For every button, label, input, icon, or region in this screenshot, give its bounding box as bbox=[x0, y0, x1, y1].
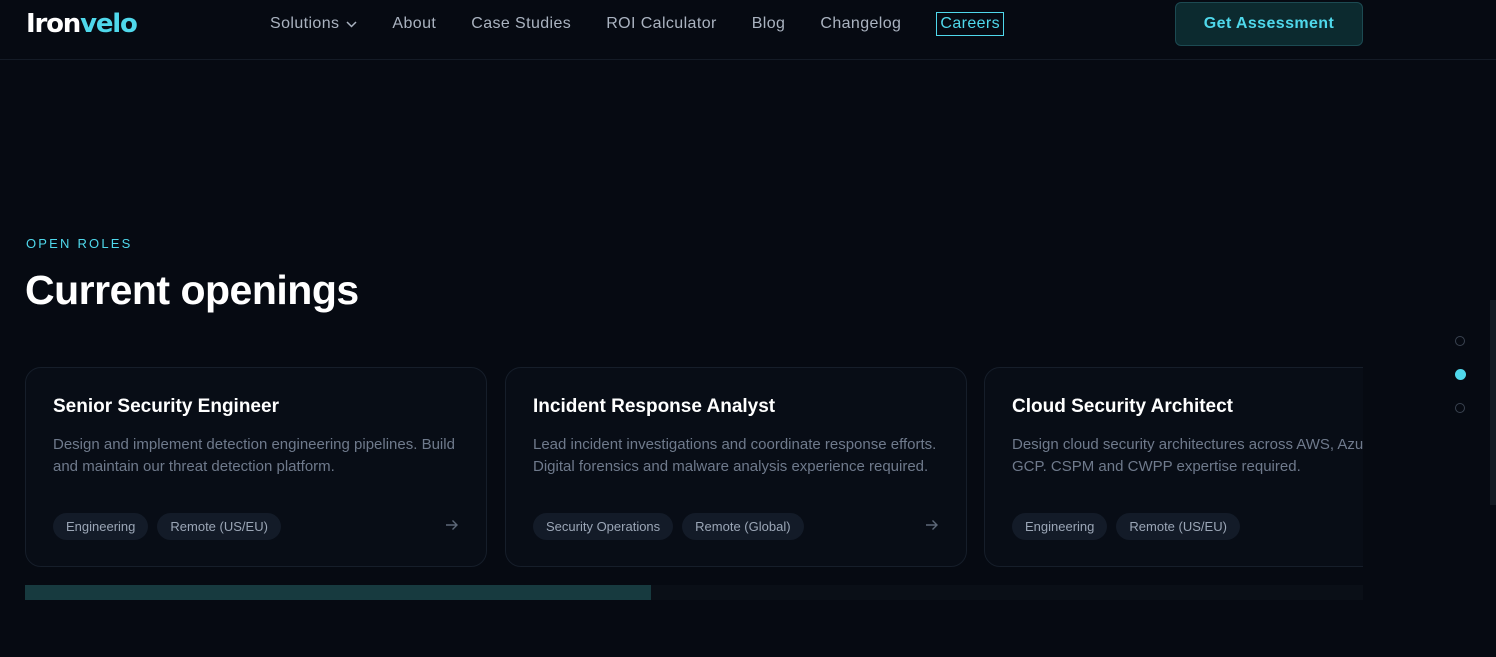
department-tag: Security Operations bbox=[533, 513, 674, 540]
job-card[interactable]: Senior Security Engineer Design and impl… bbox=[25, 367, 487, 567]
location-tag: Remote (US/EU) bbox=[157, 513, 281, 540]
nav-link-about[interactable]: About bbox=[392, 15, 436, 33]
logo[interactable]: Ironvelo bbox=[26, 9, 138, 39]
chevron-down-icon bbox=[346, 20, 357, 28]
location-tag: Remote (Global) bbox=[682, 513, 804, 540]
carousel-progress-fill bbox=[25, 585, 652, 600]
department-tag: Engineering bbox=[53, 513, 149, 540]
nav-link-solutions[interactable]: Solutions bbox=[270, 15, 357, 33]
scrollbar[interactable] bbox=[1490, 300, 1496, 505]
job-card[interactable]: Cloud Security Architect Design cloud se… bbox=[984, 367, 1363, 567]
arrow-right-icon[interactable] bbox=[925, 518, 939, 537]
arrow-right-icon[interactable] bbox=[445, 518, 459, 537]
nav-link-case-studies[interactable]: Case Studies bbox=[471, 15, 571, 33]
job-card[interactable]: Incident Response Analyst Lead incident … bbox=[505, 367, 967, 567]
job-description: Lead incident investigations and coordin… bbox=[533, 436, 937, 475]
nav-link-blog[interactable]: Blog bbox=[752, 15, 786, 33]
nav-link-changelog[interactable]: Changelog bbox=[820, 15, 901, 33]
section-dot-active[interactable] bbox=[1454, 369, 1466, 380]
section-eyebrow: OPEN ROLES bbox=[26, 236, 133, 251]
job-tags: Engineering Remote (US/EU) bbox=[1012, 513, 1249, 540]
department-tag: Engineering bbox=[1012, 513, 1108, 540]
nav-link-label: Solutions bbox=[270, 15, 340, 32]
section-dot[interactable] bbox=[1455, 403, 1465, 413]
carousel-progress-track[interactable] bbox=[25, 585, 1363, 600]
logo-accent-text: velo bbox=[80, 9, 138, 39]
nav-link-careers[interactable]: Careers bbox=[936, 12, 1005, 36]
page-title: Current openings bbox=[25, 267, 359, 313]
job-carousel[interactable]: Senior Security Engineer Design and impl… bbox=[25, 367, 1363, 567]
section-dot[interactable] bbox=[1455, 336, 1465, 346]
job-tags: Engineering Remote (US/EU) bbox=[53, 513, 290, 540]
nav-links: Solutions About Case Studies ROI Calcula… bbox=[270, 0, 1039, 48]
job-title: Incident Response Analyst bbox=[533, 396, 776, 417]
logo-text: Iron bbox=[26, 9, 81, 39]
location-tag: Remote (US/EU) bbox=[1116, 513, 1240, 540]
top-navigation: Ironvelo Solutions About Case Studies RO… bbox=[0, 0, 1496, 60]
nav-link-roi-calculator[interactable]: ROI Calculator bbox=[606, 15, 717, 33]
job-description: Design and implement detection engineeri… bbox=[53, 436, 455, 475]
job-title: Senior Security Engineer bbox=[53, 396, 279, 417]
job-description: Design cloud security architectures acro… bbox=[1012, 436, 1363, 475]
get-assessment-button[interactable]: Get Assessment bbox=[1175, 2, 1363, 46]
job-tags: Security Operations Remote (Global) bbox=[533, 513, 813, 540]
job-title: Cloud Security Architect bbox=[1012, 396, 1234, 417]
